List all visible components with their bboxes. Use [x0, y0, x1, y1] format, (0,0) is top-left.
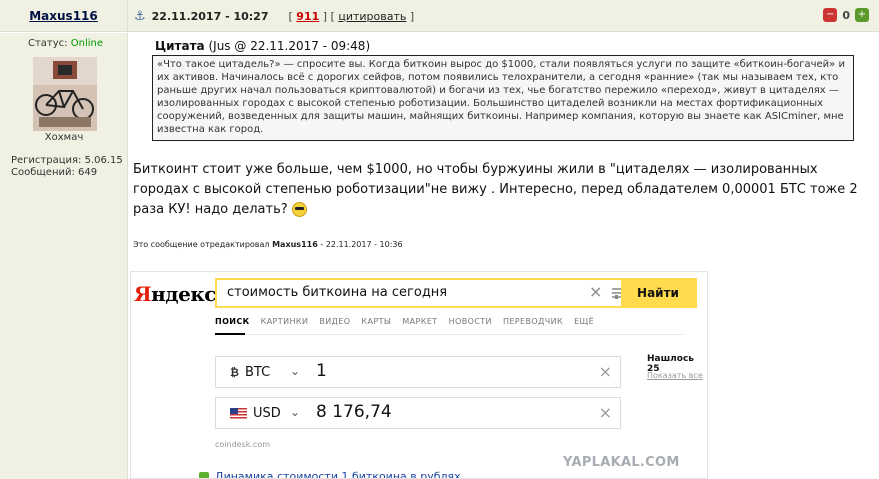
quote-header: Цитата (Jus @ 22.11.2017 - 09:48) [155, 39, 370, 53]
yandex-tab: ВИДЕО [319, 317, 351, 326]
vote-down-icon[interactable]: − [823, 8, 838, 22]
post-body: Биткоинт стоит уже больше, чем $1000, но… [133, 160, 863, 220]
chevron-down-icon: ⌄ [289, 364, 300, 378]
result-link: Динамика стоимости 1 биткоина в рублях [215, 470, 461, 479]
chevron-down-icon: ⌄ [289, 405, 300, 419]
registration-date: Регистрация: 5.06.15 [11, 155, 123, 166]
watermark: YAPLAKAL.COM [563, 455, 680, 470]
yandex-logo-rest: ндекс [151, 282, 216, 306]
yandex-tab: МАРКЕТ [402, 317, 438, 326]
yandex-tab: ЕЩЁ [574, 317, 595, 326]
edited-note: Это сообщение отредактировал Maxus116 - … [133, 240, 403, 249]
show-all-link: Показать все [647, 371, 703, 380]
result-favicon-icon [199, 472, 209, 478]
yandex-tab: НОВОСТИ [448, 317, 492, 326]
yandex-tab: ПОИСК [215, 317, 250, 326]
cool-smiley-icon [291, 202, 307, 217]
cite-link[interactable]: цитировать [338, 10, 406, 23]
to-currency-select: USD ⌄ [215, 397, 309, 429]
post-actions: [ 911 ] [ цитировать ] [288, 9, 415, 23]
yandex-logo: Яндекс [134, 282, 216, 306]
edited-prefix: Это сообщение отредактировал [133, 240, 270, 249]
to-amount-field: 8 176,74 × [308, 397, 621, 429]
clear-icon: × [589, 282, 603, 301]
yandex-logo-red: Я [134, 282, 152, 306]
user-stats: Регистрация: 5.06.15 Сообщений: 649 [11, 155, 123, 179]
user-panel: Статус: Online Хохмач Регистрация: 5.06.… [0, 33, 128, 479]
status-value: Online [70, 38, 103, 49]
btc-icon: ₿ [230, 365, 239, 379]
yandex-tab: КАРТИНКИ [260, 317, 309, 326]
post-header: Maxus116 ⚓ 22.11.2017 - 10:27 [ 911 ] [ … [0, 0, 879, 32]
attached-screenshot[interactable]: Яндекс стоимость биткоина на сегодня × Н… [130, 271, 708, 479]
post-date: 22.11.2017 - 10:27 [151, 9, 269, 23]
to-amount: 8 176,74 [316, 402, 392, 422]
from-currency: BTC [244, 364, 271, 380]
from-amount: 1 [316, 361, 327, 381]
tabs-divider [215, 334, 685, 335]
user-status: Статус: Online [28, 38, 103, 49]
edited-author: Maxus116 [272, 240, 318, 249]
quote-source: (Jus @ 22.11.2017 - 09:48) [208, 39, 371, 53]
post-number-link[interactable]: 911 [296, 10, 319, 23]
rate-source: coindesk.com [215, 440, 271, 449]
from-currency-select: ₿ BTC ⌄ [215, 356, 309, 388]
rating: − 0 + [823, 8, 869, 22]
quote-label: Цитата [155, 39, 205, 53]
from-amount-field: 1 × [308, 356, 621, 388]
us-flag-icon [230, 407, 247, 419]
quote-text: «Что такое цитадель?» — спросите вы. Ког… [152, 55, 854, 141]
author-cell: Maxus116 [0, 0, 128, 32]
user-title: Хохмач [44, 132, 84, 143]
yandex-search-button: Найти [621, 280, 695, 306]
post-meta: ⚓ 22.11.2017 - 10:27 [ 911 ] [ цитироват… [134, 0, 414, 32]
clear-icon: × [598, 362, 612, 381]
vote-up-icon[interactable]: + [855, 8, 869, 22]
yandex-tab: ПЕРЕВОДЧИК [502, 317, 564, 326]
anchor-icon[interactable]: ⚓ [134, 9, 146, 24]
post-body-text: Биткоинт стоит уже больше, чем $1000, но… [133, 162, 858, 217]
avatar[interactable] [33, 57, 97, 131]
to-currency: USD [253, 405, 281, 421]
rating-score: 0 [842, 8, 850, 22]
active-tab-underline [215, 333, 245, 335]
yandex-tab: КАРТЫ [361, 317, 392, 326]
yandex-search-input: стоимость биткоина на сегодня [227, 285, 448, 300]
status-label: Статус: [28, 38, 68, 49]
clear-icon: × [598, 403, 612, 422]
yandex-tabs: ПОИСК КАРТИНКИ ВИДЕО КАРТЫ МАРКЕТ НОВОСТ… [215, 317, 594, 326]
author-username-link[interactable]: Maxus116 [29, 9, 98, 23]
message-count: Сообщений: 649 [11, 167, 98, 178]
edited-suffix: - 22.11.2017 - 10:36 [320, 240, 403, 249]
yandex-search-box: стоимость биткоина на сегодня × Найти [215, 278, 697, 308]
